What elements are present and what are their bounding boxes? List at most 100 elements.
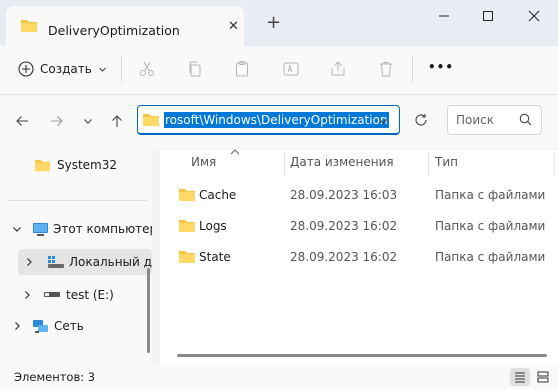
table-row[interactable]: Logs 28.09.2023 16:02 Папка с файлами [160, 212, 550, 240]
copy-button[interactable] [184, 58, 206, 80]
column-divider[interactable] [284, 152, 285, 176]
minimize-icon [439, 15, 449, 17]
new-tab-button[interactable]: + [266, 12, 281, 33]
arrow-left-icon [16, 116, 28, 126]
table-row[interactable]: State 28.09.2023 16:02 Папка с файлами [160, 243, 550, 271]
search-input[interactable]: Поиск [456, 113, 494, 127]
sidebar-item-system32[interactable]: System32 [0, 152, 152, 178]
minimize-button[interactable] [428, 5, 460, 27]
address-bar[interactable]: rosoft\Windows\DeliveryOptimization [137, 105, 400, 135]
address-path[interactable]: rosoft\Windows\DeliveryOptimization [164, 112, 389, 128]
recent-locations-button[interactable] [76, 109, 100, 133]
file-date: 28.09.2023 16:03 [290, 188, 398, 202]
column-divider[interactable] [554, 152, 555, 176]
tab-deliveryoptimization[interactable]: DeliveryOptimization ✕ [6, 6, 244, 46]
folder-icon [178, 249, 196, 267]
sidebar-item-usb-drive[interactable]: test (E:) [0, 282, 152, 308]
maximize-button[interactable] [472, 5, 504, 27]
folder-icon [34, 158, 51, 172]
chevron-right-icon[interactable] [22, 290, 32, 300]
file-name: State [199, 250, 231, 264]
chevron-down-icon [84, 119, 92, 124]
toolbar-divider [121, 56, 122, 82]
file-name: Cache [199, 188, 237, 202]
share-icon [331, 61, 345, 76]
column-header-type[interactable]: Тип [435, 155, 458, 169]
search-box[interactable]: Поиск [447, 105, 542, 135]
chevron-right-icon[interactable] [12, 321, 22, 331]
more-options-button[interactable]: ••• [428, 60, 454, 74]
folder-icon [178, 218, 196, 236]
sidebar-item-label: Сеть [54, 319, 84, 333]
tab-title: DeliveryOptimization [48, 23, 180, 38]
close-icon [528, 10, 540, 22]
file-date: 28.09.2023 16:02 [290, 219, 398, 233]
paste-button[interactable] [231, 58, 253, 80]
close-button[interactable] [518, 5, 550, 27]
nav-divider [8, 200, 148, 201]
file-list: Имя Дата изменения Тип Cache 28.09.2023 … [160, 147, 558, 365]
sidebar-item-this-pc[interactable]: Этот компьютер [0, 216, 152, 242]
navigation-row: rosoft\Windows\DeliveryOptimization Поис… [0, 95, 558, 149]
copy-icon [189, 61, 201, 77]
table-row[interactable]: Cache 28.09.2023 16:03 Папка с файлами [160, 181, 550, 209]
drive-icon [48, 256, 64, 268]
usb-drive-icon [44, 291, 60, 299]
create-label: Создать [40, 62, 92, 76]
command-bar: Создать ••• [0, 46, 558, 95]
list-view-icon [515, 372, 525, 383]
back-button[interactable] [10, 109, 34, 133]
forward-button[interactable] [45, 109, 69, 133]
sidebar-item-label: test (E:) [66, 288, 114, 302]
trash-icon [380, 62, 392, 77]
tab-close-icon[interactable]: ✕ [228, 19, 239, 34]
search-icon [519, 113, 532, 129]
file-type: Папка с файлами [435, 219, 546, 233]
folder-icon [20, 18, 38, 36]
sidebar-item-label: System32 [57, 158, 118, 172]
tiles-view-button[interactable] [533, 368, 553, 386]
nav-scrollbar[interactable] [147, 268, 150, 353]
horizontal-scrollbar[interactable] [177, 354, 547, 357]
computer-icon [32, 222, 49, 237]
tiles-view-icon [537, 371, 549, 383]
folder-icon [178, 187, 196, 205]
refresh-button[interactable] [407, 105, 435, 135]
sidebar-item-local-disk[interactable]: Локальный ди [18, 249, 152, 275]
column-header-date[interactable]: Дата изменения [290, 155, 394, 169]
rename-icon [283, 62, 299, 76]
arrow-up-icon [112, 115, 122, 127]
arrow-right-icon [51, 116, 63, 126]
up-button[interactable] [105, 109, 129, 133]
column-header-name[interactable]: Имя [191, 155, 216, 169]
status-bar: Элементов: 3 [0, 365, 558, 389]
file-name: Logs [199, 219, 227, 233]
refresh-icon [415, 114, 427, 126]
plus-circle-icon [18, 61, 34, 77]
create-button[interactable]: Создать [18, 56, 107, 82]
navigation-pane: System32 Этот компьютер Локальный ди tes… [0, 150, 152, 365]
chevron-down-icon[interactable] [12, 224, 22, 234]
cut-button[interactable] [136, 58, 158, 80]
cut-icon [140, 61, 154, 76]
sidebar-item-label: Этот компьютер [53, 222, 152, 236]
paste-icon [236, 61, 248, 77]
details-view-button[interactable] [510, 368, 530, 386]
chevron-down-icon[interactable] [378, 115, 388, 129]
delete-button[interactable] [375, 58, 397, 80]
folder-icon [142, 112, 160, 130]
file-date: 28.09.2023 16:02 [290, 250, 398, 264]
maximize-icon [483, 11, 493, 21]
share-button[interactable] [327, 58, 349, 80]
chevron-down-icon [98, 67, 106, 72]
chevron-right-icon[interactable] [24, 257, 34, 267]
column-divider[interactable] [428, 152, 429, 176]
file-type: Папка с файлами [435, 250, 546, 264]
title-bar: DeliveryOptimization ✕ + [0, 0, 558, 46]
rename-button[interactable] [280, 58, 302, 80]
file-type: Папка с файлами [435, 188, 546, 202]
sidebar-item-label: Локальный ди [69, 255, 152, 269]
sidebar-item-network[interactable]: Сеть [0, 313, 152, 339]
sort-ascending-icon [230, 147, 240, 158]
network-icon [32, 319, 49, 334]
